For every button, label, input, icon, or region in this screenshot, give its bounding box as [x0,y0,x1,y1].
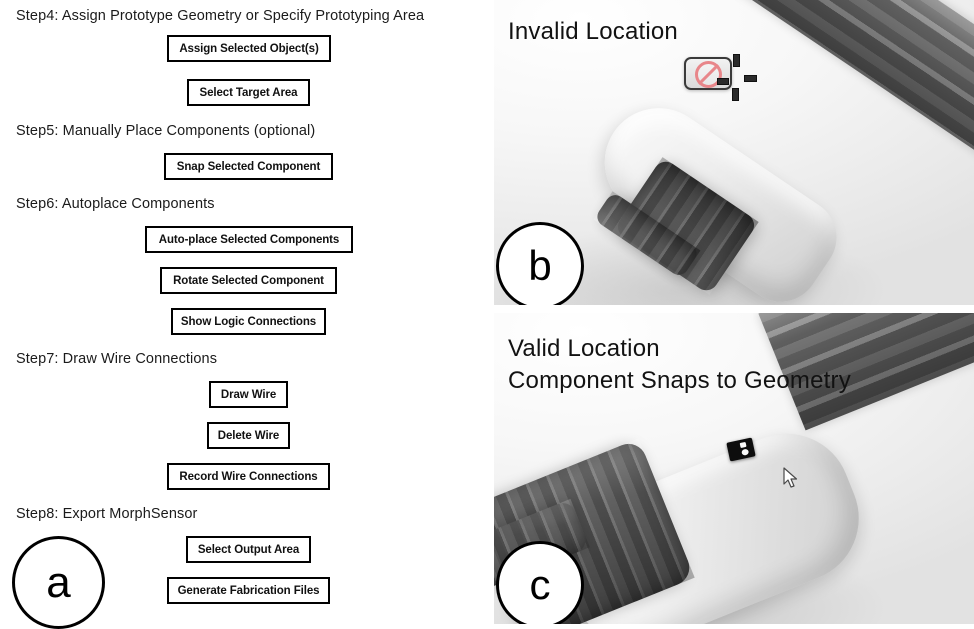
floating-pin-icon-3 [744,75,757,82]
mouse-pointer-icon [783,467,798,488]
invalid-placement-render: Invalid Location b [494,0,974,305]
tool-palette-panel: Step4: Assign Prototype Geometry or Spec… [0,0,494,629]
floating-pin-icon-1 [733,54,740,67]
step-label-5: Step5: Manually Place Components (option… [16,123,316,139]
panel-c-caption-line2: Component Snaps to Geometry [508,367,851,394]
valid-placement-render: Valid Location Component Snaps to Geomet… [494,313,974,624]
record-wire-connections-button[interactable]: Record Wire Connections [167,463,330,490]
step-label-7: Step7: Draw Wire Connections [16,351,218,367]
auto-place-selected-components-button[interactable]: Auto-place Selected Components [145,226,353,253]
show-logic-connections-button[interactable]: Show Logic Connections [171,308,326,335]
snap-selected-component-button[interactable]: Snap Selected Component [164,153,333,180]
rotate-selected-component-button[interactable]: Rotate Selected Component [160,267,337,294]
panel-b-caption: Invalid Location [508,18,678,45]
panel-c-caption-line1: Valid Location [508,335,660,362]
generate-fabrication-files-button[interactable]: Generate Fabrication Files [167,577,330,604]
render-column: Invalid Location b Valid Location Compon… [494,0,974,624]
assign-selected-objects-button[interactable]: Assign Selected Object(s) [167,35,331,62]
component-pad-icon [717,78,729,85]
step-label-4: Step4: Assign Prototype Geometry or Spec… [16,8,425,24]
floating-pin-icon-2 [732,88,739,101]
step-label-6: Step6: Autoplace Components [16,196,215,212]
panel-tag-a: a [12,536,105,629]
step-label-8: Step8: Export MorphSensor [16,506,198,522]
panel-tag-b: b [496,222,584,305]
draw-wire-button[interactable]: Draw Wire [209,381,288,408]
select-target-area-button[interactable]: Select Target Area [187,79,310,106]
select-output-area-button[interactable]: Select Output Area [186,536,311,563]
delete-wire-button[interactable]: Delete Wire [207,422,290,449]
panel-tag-c: c [496,541,584,624]
